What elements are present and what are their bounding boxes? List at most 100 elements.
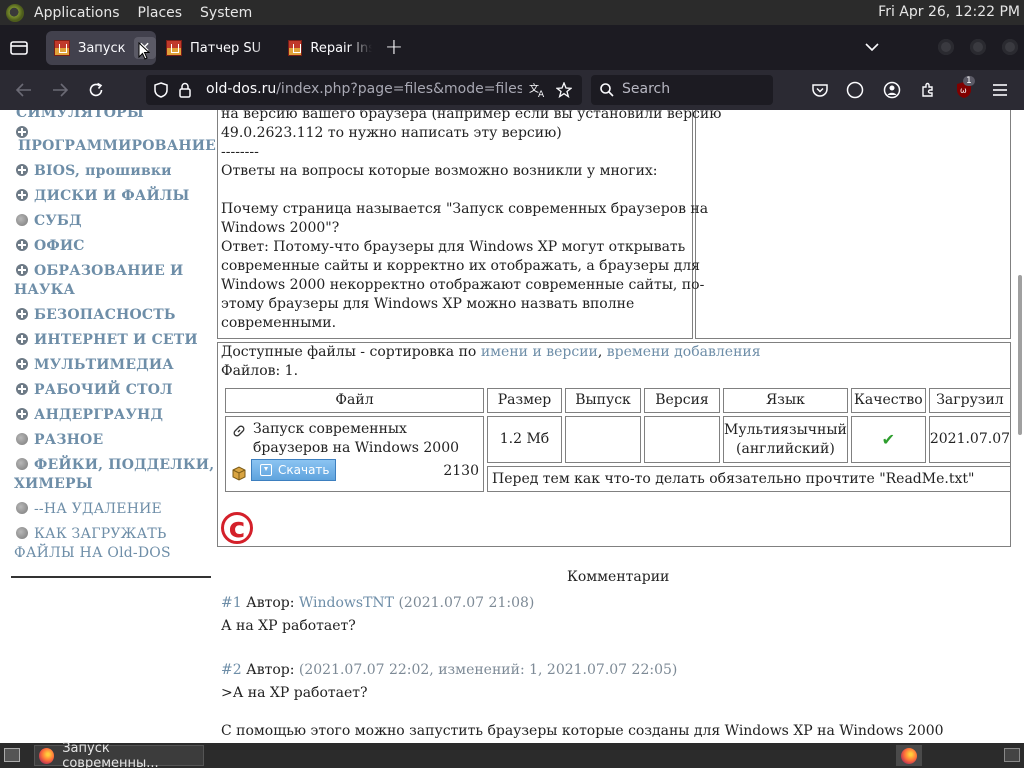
new-tab-icon[interactable]: +	[384, 35, 404, 60]
sidebar-item-label: ОБРАЗОВАНИЕ И	[34, 263, 184, 279]
show-desktop-icon[interactable]	[4, 748, 20, 762]
close-window-button[interactable]	[1002, 39, 1018, 55]
tab-patcher[interactable]: Патчер SU	[158, 31, 276, 65]
sidebar-item-desktop[interactable]: РАБОЧИЙ СТОЛ	[14, 381, 173, 400]
expand-plus-icon[interactable]	[16, 164, 28, 176]
panel-clock[interactable]: Fri Apr 26, 12:22 PM	[878, 4, 1020, 20]
file-name-line[interactable]: браузеров на Windows 2000	[253, 439, 459, 458]
maximize-window-button[interactable]	[970, 39, 986, 55]
expand-plus-icon[interactable]	[16, 383, 28, 395]
hamburger-menu-icon[interactable]	[991, 81, 1009, 99]
copyright-icon: ©c	[221, 512, 253, 544]
tab-title: Запуск	[78, 40, 126, 56]
link-chain-icon	[233, 425, 245, 437]
account-icon[interactable]	[883, 81, 901, 99]
firefox-icon	[901, 747, 917, 764]
sidebar-item-fakes[interactable]: ФЕЙКИ, ПОДДЕЛКИ,	[14, 456, 214, 475]
minimize-window-button[interactable]	[938, 39, 954, 55]
url-bar[interactable]: old-dos.ru/index.php?page=files&mode=fil…	[146, 75, 582, 105]
comment-text-2: >А на XP работает?	[221, 685, 368, 701]
download-button[interactable]: Скачать	[251, 459, 336, 481]
sidebar-item-bios[interactable]: BIOS, прошивки	[14, 162, 172, 181]
file-name-line[interactable]: Запуск современных	[253, 420, 407, 439]
sidebar-item-how-to-upload[interactable]: КАК ЗАГРУЖАТЬ	[14, 525, 167, 544]
sidebar-item-education-cont[interactable]: НАУКА	[14, 281, 75, 300]
pocket-icon[interactable]	[811, 81, 829, 99]
sidebar-divider	[11, 576, 211, 578]
col-header-language: Язык	[723, 388, 848, 413]
col-header-version: Версия	[644, 388, 720, 413]
files-table-header: Файл Размер Выпуск Версия Язык Качество …	[225, 388, 1012, 413]
description-line: 49.0.2623.112 то нужно написать эту верс…	[221, 125, 562, 141]
distro-logo-icon[interactable]	[6, 3, 24, 22]
shield-icon[interactable]	[154, 82, 168, 98]
col-header-size: Размер	[487, 388, 562, 413]
col-header-uploader: Загрузил	[928, 388, 1012, 413]
sidebar-item-disks-files[interactable]: ДИСКИ И ФАЙЛЫ	[14, 187, 189, 206]
sidebar-item-fakes-cont[interactable]: ХИМЕРЫ	[14, 475, 93, 494]
old-dos-favicon-icon	[288, 40, 303, 56]
sidebar-item-how-to-upload-cont[interactable]: ФАЙЛЫ НА Old-DOS	[14, 544, 171, 563]
files-sort-line: Доступные файлы - сортировка по имени и …	[221, 343, 761, 362]
expand-plus-icon[interactable]	[16, 408, 28, 420]
description-line: Почему страница называется "Запуск совре…	[221, 201, 709, 217]
page-content: СИМУЛЯТОРЫ ПРОГРАММИРОВАНИЕ BIOS, прошив…	[0, 110, 1024, 743]
language-line: (английский)	[736, 440, 835, 457]
forward-arrow-icon[interactable]	[50, 80, 70, 100]
extensions-puzzle-icon[interactable]	[919, 81, 937, 99]
sidebar-item-multimedia[interactable]: МУЛЬТИМЕДИА	[14, 356, 174, 375]
translate-icon[interactable]: 文A	[528, 81, 548, 99]
side-info-box	[695, 110, 1011, 339]
url-text[interactable]: old-dos.ru/index.php?page=files&mode=fil…	[206, 81, 522, 97]
comment-number-link[interactable]: #2	[221, 662, 242, 678]
tab-strip: Запуск ✕ Патчер SU Repair Inst +	[0, 25, 1024, 70]
sidebar-item-simulators[interactable]: СИМУЛЯТОРЫ	[16, 110, 144, 123]
sort-by-time-link[interactable]: времени добавления	[607, 344, 761, 360]
sort-by-name-link[interactable]: имени и версии	[481, 344, 598, 360]
expand-plus-icon[interactable]	[16, 358, 28, 370]
sidebar-item-label: БЕЗОПАСНОСТЬ	[34, 307, 176, 323]
expand-plus-icon[interactable]	[16, 308, 28, 320]
back-arrow-icon[interactable]	[14, 80, 34, 100]
expand-plus-icon[interactable]	[16, 189, 28, 201]
sidebar-item-label: BIOS, прошивки	[34, 163, 172, 179]
system-menu[interactable]: System	[200, 5, 252, 21]
comment-number-link[interactable]: #1	[221, 595, 242, 611]
lock-icon[interactable]	[179, 82, 191, 98]
page-scrollbar[interactable]	[1018, 275, 1022, 435]
sidebar-item-programming[interactable]: ПРОГРАММИРОВАНИЕ	[18, 137, 216, 156]
old-dos-favicon-icon	[166, 40, 182, 56]
taskbar-window-firefox[interactable]: Запуск современны...	[34, 741, 204, 768]
applications-menu[interactable]: Applications	[34, 5, 120, 21]
sidebar-item-underground[interactable]: АНДЕРГРАУНД	[14, 406, 163, 425]
sidebar-item-dbms[interactable]: СУБД	[14, 212, 82, 231]
description-line: Windows 2000"?	[221, 220, 340, 236]
expand-plus-icon[interactable]	[16, 239, 28, 251]
trash-icon[interactable]	[1004, 748, 1020, 762]
sidebar-item-security[interactable]: БЕЗОПАСНОСТЬ	[14, 306, 176, 325]
comment-header-2: #2 Автор: (2021.07.07 22:02, изменений: …	[221, 661, 677, 680]
tab-repair[interactable]: Repair Inst	[280, 31, 372, 65]
bookmark-star-icon[interactable]	[554, 81, 574, 99]
sidebar-item-internet[interactable]: ИНТЕРНЕТ И СЕТИ	[14, 331, 198, 350]
sidebar-item-office[interactable]: ОФИС	[14, 237, 85, 256]
tab-title: Патчер SU	[190, 40, 262, 56]
tab-list-chevron-down-icon[interactable]	[862, 37, 882, 57]
reload-icon[interactable]	[86, 80, 106, 100]
circle-extension-icon[interactable]	[846, 81, 864, 99]
comment-author-label: Автор:	[246, 595, 295, 611]
expand-plus-icon[interactable]	[16, 333, 28, 345]
places-menu[interactable]: Places	[138, 5, 183, 21]
sidebar-item-to-delete[interactable]: --НА УДАЛЕНИЕ	[14, 500, 162, 519]
expand-plus-icon[interactable]	[16, 264, 28, 276]
file-release	[565, 416, 641, 464]
file-language: Мультиязычный (английский)	[723, 416, 848, 464]
sidebar-item-education[interactable]: ОБРАЗОВАНИЕ И	[14, 262, 183, 281]
col-header-quality: Качество	[850, 388, 926, 413]
sidebar-item-misc[interactable]: РАЗНОЕ	[14, 431, 103, 450]
sidebar-item-label: ОФИС	[34, 238, 85, 254]
firefox-view-icon[interactable]	[9, 38, 29, 58]
tray-firefox-launcher[interactable]	[896, 745, 922, 766]
comment-author-link[interactable]: WindowsTNT	[299, 595, 394, 611]
search-bar[interactable]: Search	[591, 75, 773, 105]
